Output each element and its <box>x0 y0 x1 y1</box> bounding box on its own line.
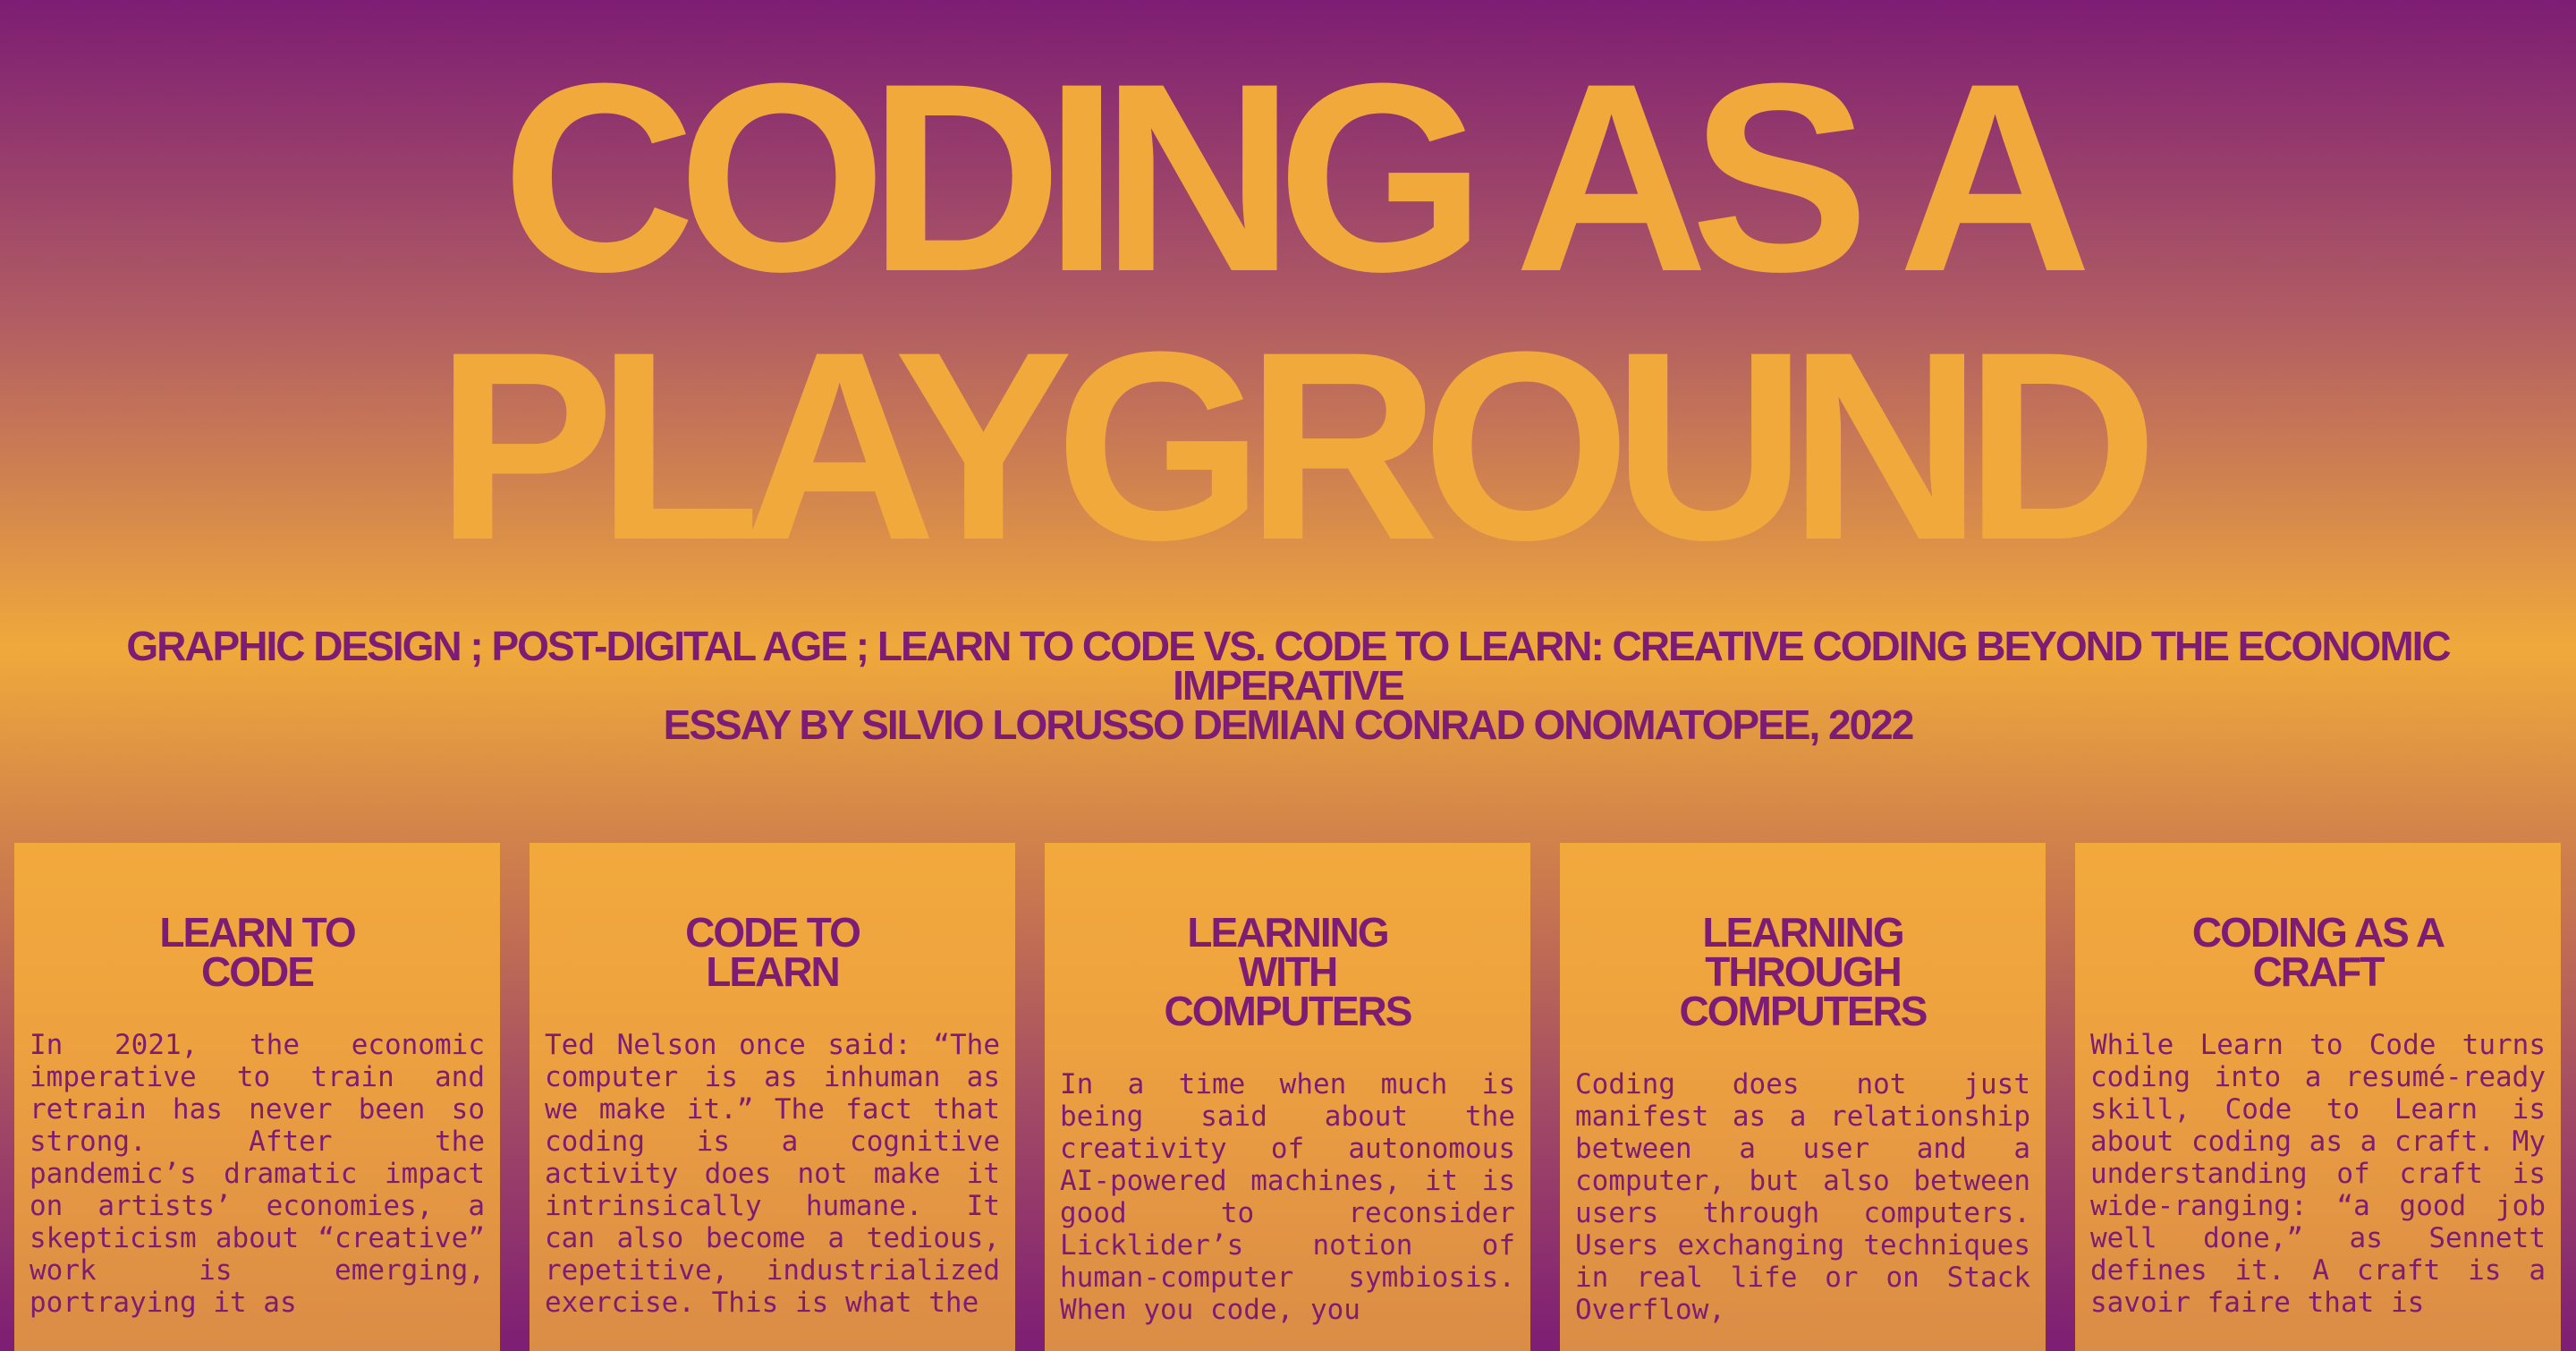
subtitle: GRAPHIC DESIGN ; POST-DIGITAL AGE ; LEAR… <box>72 623 2504 748</box>
essay-columns: LEARN TO CODE In 2021, the economic impe… <box>14 843 2562 1351</box>
column-body: In 2021, the economic imperative to trai… <box>30 1029 485 1319</box>
column-learning-through-computers: LEARNING THROUGH COMPUTERS Coding does n… <box>1560 843 2046 1351</box>
column-body: Coding does not just manifest as a relat… <box>1575 1068 2030 1326</box>
heading-line: CRAFT <box>2252 948 2385 995</box>
subtitle-credits: ESSAY BY SILVIO LORUSSO DEMIAN CONRAD ON… <box>663 701 1915 748</box>
column-heading: CODE TO LEARN <box>545 912 1000 1029</box>
column-code-to-learn: CODE TO LEARN Ted Nelson once said: “The… <box>530 843 1015 1351</box>
heading-line: LEARN <box>706 948 840 995</box>
column-learn-to-code: LEARN TO CODE In 2021, the economic impe… <box>14 843 500 1351</box>
column-body: While Learn to Code turns coding into a … <box>2090 1029 2546 1319</box>
column-heading: CODING AS A CRAFT <box>2090 912 2546 1029</box>
column-body: In a time when much is being said about … <box>1060 1068 1515 1326</box>
heading-line: COMPUTERS <box>1164 988 1413 1034</box>
heading-line: COMPUTERS <box>1679 988 1928 1034</box>
column-body: Ted Nelson once said: “The computer is a… <box>545 1029 1000 1319</box>
title-line-2: PLAYGROUND <box>436 295 2158 596</box>
subtitle-topics: GRAPHIC DESIGN ; POST-DIGITAL AGE ; LEAR… <box>126 623 2451 709</box>
title-line-1: CODING AS A <box>502 27 2092 327</box>
heading-line: CODE <box>201 948 315 995</box>
column-coding-as-a-craft: CODING AS A CRAFT While Learn to Code tu… <box>2075 843 2561 1351</box>
column-heading: LEARN TO CODE <box>30 912 485 1029</box>
column-heading: LEARNING THROUGH COMPUTERS <box>1575 912 2030 1068</box>
column-heading: LEARNING WITH COMPUTERS <box>1060 912 1515 1068</box>
page-title: CODING AS A PLAYGROUND <box>0 43 2576 580</box>
column-learning-with-computers: LEARNING WITH COMPUTERS In a time when m… <box>1045 843 1530 1351</box>
